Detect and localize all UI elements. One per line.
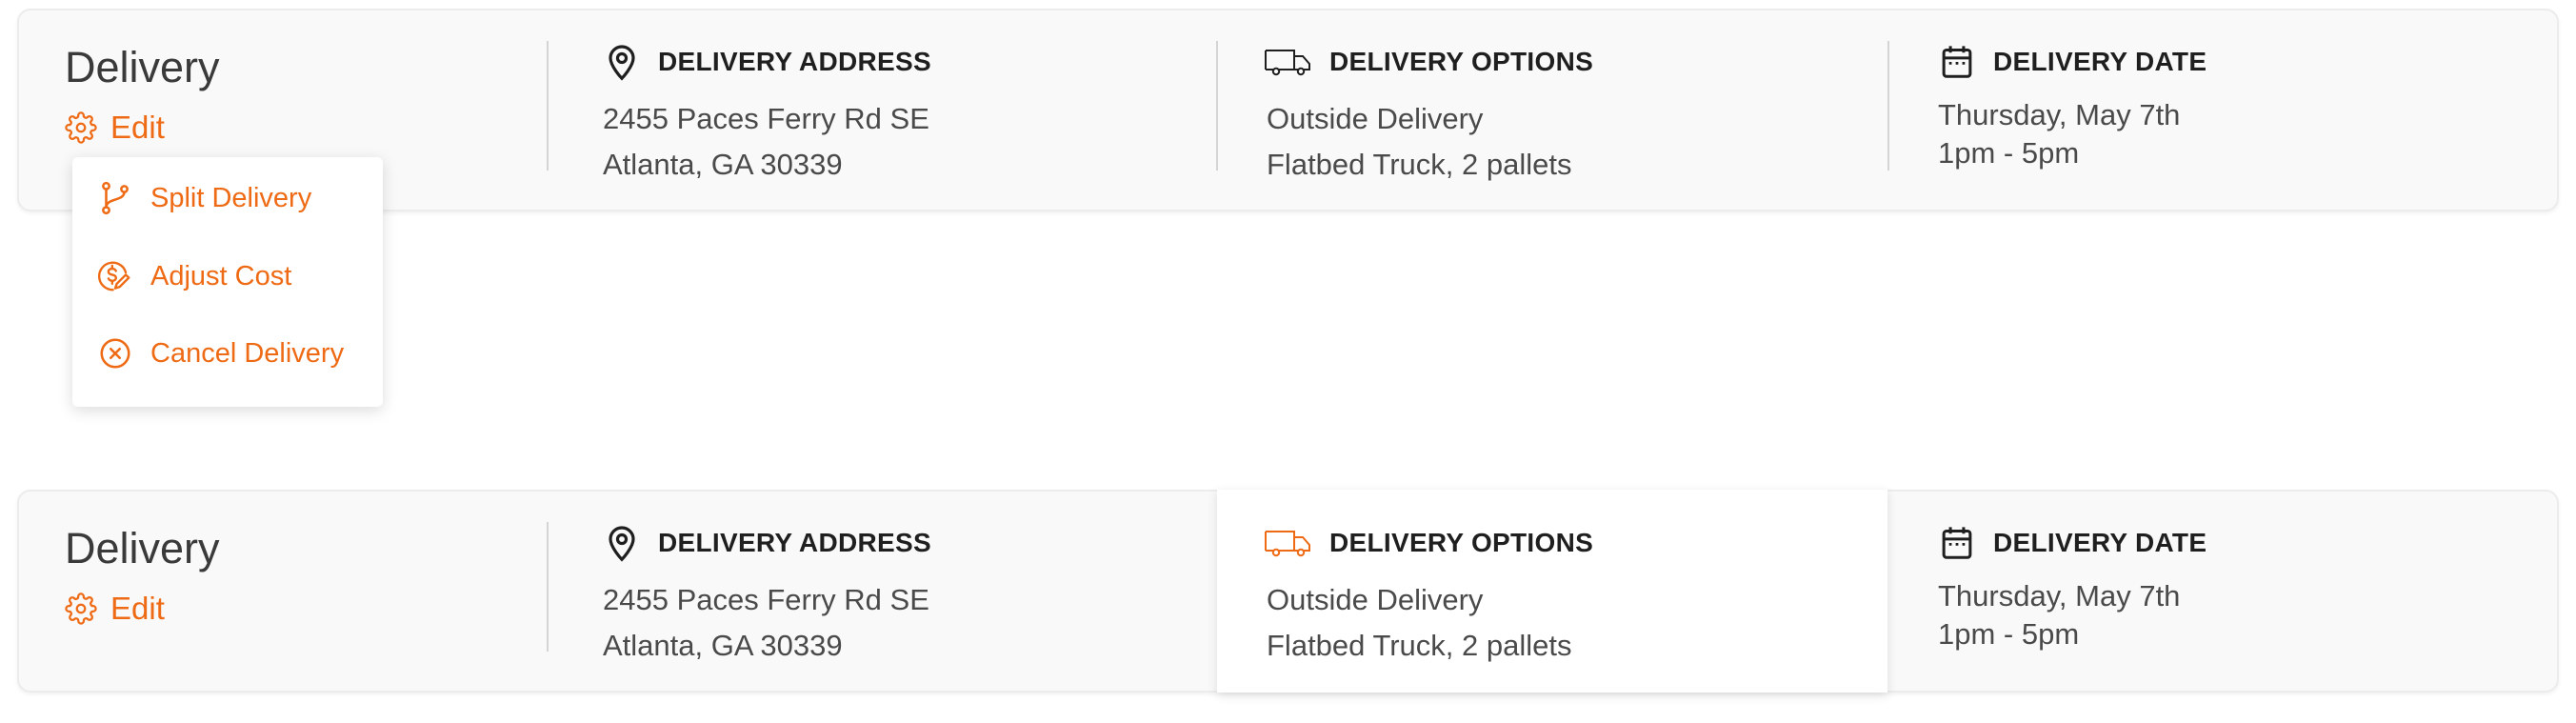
map-pin-icon [603, 524, 641, 562]
split-branch-icon [102, 181, 129, 215]
options-line2: Flatbed Truck, 2 pallets [1267, 148, 1572, 181]
cancel-delivery-menu-item[interactable]: Cancel Delivery [97, 335, 344, 372]
delivery-address-heading: DELIVERY ADDRESS [658, 47, 931, 76]
gear-icon [65, 592, 97, 625]
delivery-title: Delivery [65, 43, 220, 91]
date-line1: Thursday, May 7th [1938, 579, 2181, 613]
map-pin-icon [603, 43, 641, 81]
adjust-cost-menu-item[interactable]: Adjust Cost [97, 258, 291, 294]
split-delivery-menu-item[interactable]: Split Delivery [97, 180, 311, 216]
column-divider [547, 41, 549, 171]
date-line2: 1pm - 5pm [1938, 136, 2080, 170]
truck-icon [1263, 43, 1312, 81]
column-divider [1216, 41, 1218, 171]
options-line1: Outside Delivery [1267, 583, 1484, 616]
truck-icon [1263, 524, 1312, 562]
gear-icon [65, 111, 97, 144]
address-line2: Atlanta, GA 30339 [603, 629, 843, 662]
calendar-icon [1938, 524, 1976, 562]
menu-item-label: Split Delivery [150, 182, 312, 213]
delivery-options-heading: DELIVERY OPTIONS [1329, 528, 1594, 557]
address-line1: 2455 Paces Ferry Rd SE [603, 102, 929, 135]
options-line2: Flatbed Truck, 2 pallets [1267, 629, 1572, 662]
edit-dropdown-menu: Split Delivery Adjust Cost Cancel Delive… [72, 157, 383, 407]
address-line1: 2455 Paces Ferry Rd SE [603, 583, 929, 616]
edit-button[interactable]: Edit [65, 591, 165, 627]
date-line1: Thursday, May 7th [1938, 98, 2181, 131]
edit-button[interactable]: Edit [65, 110, 165, 146]
menu-item-label: Cancel Delivery [150, 337, 345, 369]
menu-item-label: Adjust Cost [150, 260, 292, 291]
delivery-card: Delivery Edit DELIVERY ADDRESS 2455 Pace… [17, 490, 2559, 693]
delivery-title: Delivery [65, 524, 220, 572]
cancel-circle-icon [100, 338, 130, 369]
delivery-options-heading: DELIVERY OPTIONS [1329, 47, 1594, 76]
date-line2: 1pm - 5pm [1938, 617, 2080, 651]
calendar-icon [1938, 43, 1976, 81]
edit-label: Edit [110, 591, 165, 626]
address-line2: Atlanta, GA 30339 [603, 148, 843, 181]
column-divider [547, 522, 549, 652]
edit-label: Edit [110, 110, 165, 145]
delivery-date-heading: DELIVERY DATE [1993, 47, 2207, 76]
column-divider [1887, 41, 1889, 171]
delivery-address-heading: DELIVERY ADDRESS [658, 528, 931, 557]
delivery-card: Delivery Edit DELIVERY ADDRESS 2455 Pace… [17, 9, 2559, 211]
options-line1: Outside Delivery [1267, 102, 1484, 135]
delivery-date-heading: DELIVERY DATE [1993, 528, 2207, 557]
dollar-edit-icon [98, 261, 130, 291]
